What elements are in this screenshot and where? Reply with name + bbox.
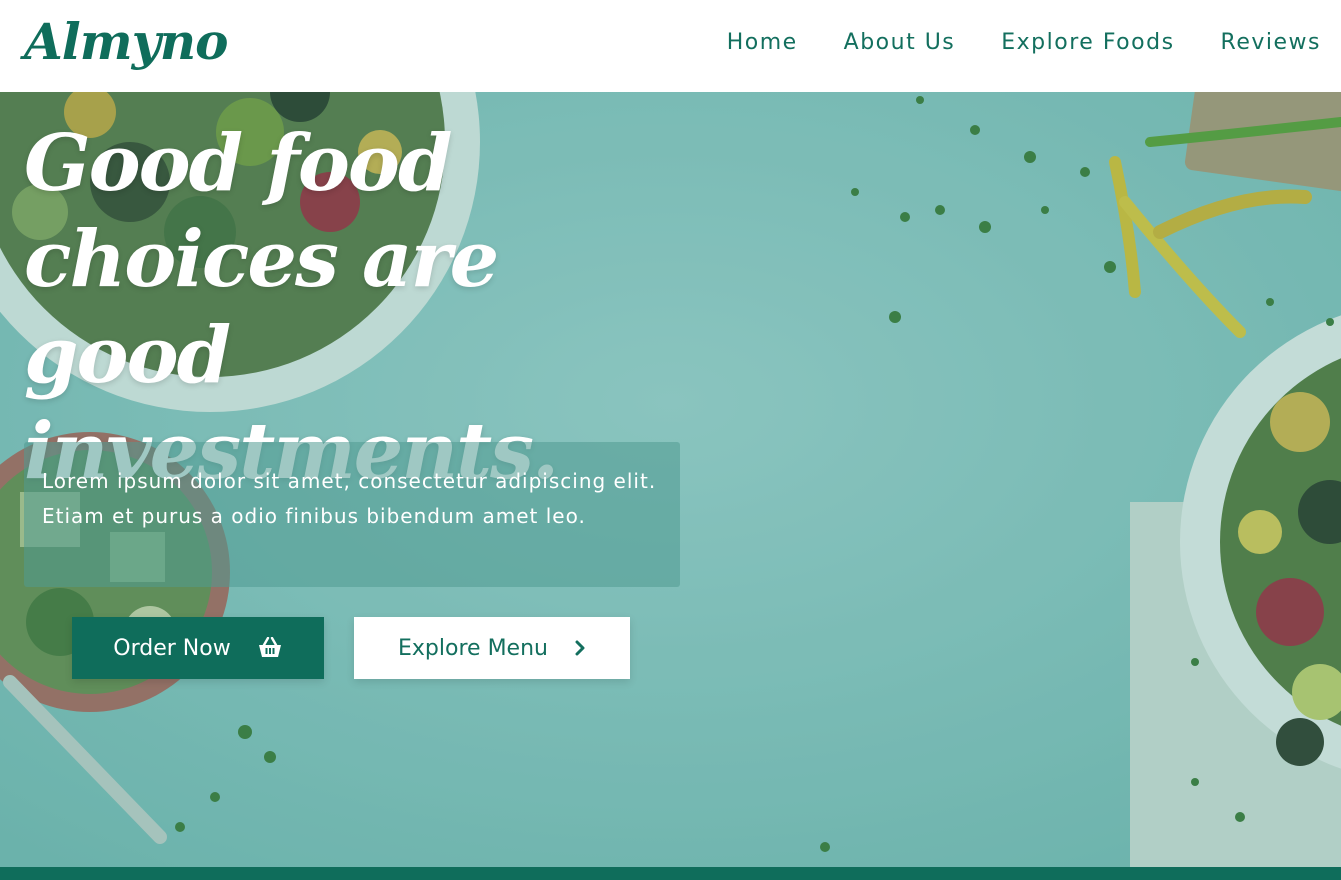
brand-logo[interactable]: Almyno bbox=[24, 12, 228, 71]
shopping-basket-icon bbox=[258, 637, 281, 657]
order-now-button[interactable]: Order Now bbox=[72, 617, 324, 679]
site-header: Almyno Home About Us Explore Foods Revie… bbox=[0, 0, 1341, 92]
hero-section: Good food choices are good investments. … bbox=[0, 92, 1341, 867]
explore-menu-button[interactable]: Explore Menu bbox=[354, 617, 630, 679]
main-nav: Home About Us Explore Foods Reviews bbox=[727, 30, 1321, 55]
nav-item-reviews[interactable]: Reviews bbox=[1221, 30, 1321, 55]
nav-item-home[interactable]: Home bbox=[727, 30, 798, 55]
hero-intro-box: Lorem ipsum dolor sit amet, consectetur … bbox=[24, 442, 680, 587]
nav-item-explore-foods[interactable]: Explore Foods bbox=[1001, 30, 1174, 55]
hero-intro-text: Lorem ipsum dolor sit amet, consectetur … bbox=[42, 469, 657, 528]
order-now-label: Order Now bbox=[113, 635, 231, 661]
chevron-right-icon bbox=[575, 640, 585, 656]
explore-menu-label: Explore Menu bbox=[398, 635, 548, 661]
nav-item-about-us[interactable]: About Us bbox=[844, 30, 956, 55]
bottom-accent-bar bbox=[0, 867, 1341, 880]
